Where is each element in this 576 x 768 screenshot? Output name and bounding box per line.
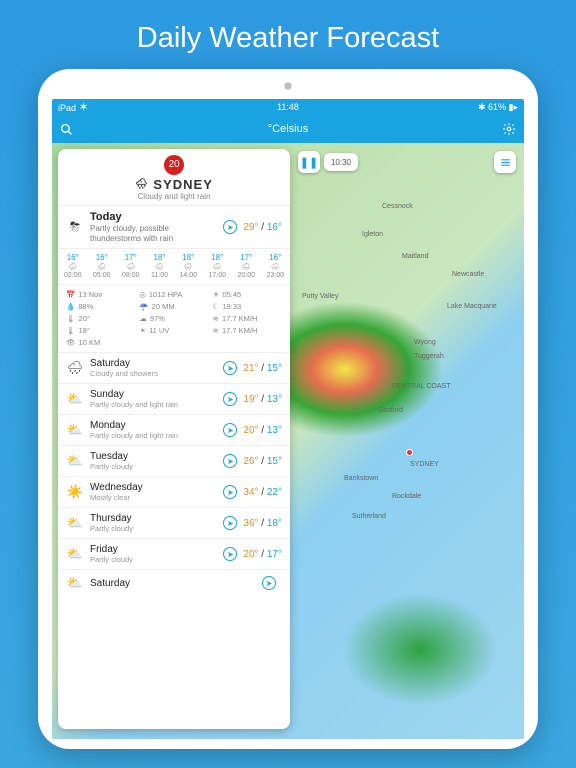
today-temps: 29° / 16°	[243, 222, 282, 233]
search-icon[interactable]	[60, 123, 73, 136]
map-place-label: Gosford	[378, 407, 403, 414]
today-section[interactable]: ⛈ Today Partly cloudy, possible thunders…	[58, 205, 290, 248]
map-place-label: SYDNEY	[410, 461, 439, 468]
content: ❚❚ 10:30 Cessnock Maitland Igleton Newcastl…	[52, 143, 524, 739]
metric-date: 📅13 Nov	[66, 290, 135, 299]
daily-row[interactable]: ⛅TuesdayPartly cloudy➤26° / 15°	[58, 445, 290, 476]
weather-icon: ⛅	[66, 453, 84, 469]
metric-sunset: ☾19:33	[213, 302, 282, 311]
daily-forecast: 🌧SaturdayCloudy and showers➤21° / 15°⛅Su…	[58, 352, 290, 596]
settings-icon[interactable]	[502, 122, 516, 136]
weather-icon: ⛅	[66, 546, 84, 562]
map-place-label: Wyong	[414, 339, 436, 346]
metric-precip: ☔20 MM	[139, 302, 208, 311]
metric-uv: ☀11 UV	[139, 326, 208, 335]
city-header: 20 🌧 SYDNEY Cloudy and light rain	[58, 149, 290, 205]
map-place-label: Lake Macquarie	[447, 303, 497, 310]
hourly-item[interactable]: 16°🌧05:00	[93, 253, 111, 279]
daily-row[interactable]: ☀️WednesdayMostly clear➤34° / 22°	[58, 476, 290, 507]
status-time: 11:48	[277, 102, 299, 112]
play-pause-button[interactable]: ❚❚	[298, 151, 320, 173]
today-desc: Partly cloudy, possible thunderstorms wi…	[90, 224, 173, 243]
weather-icon: ⛅	[66, 422, 84, 438]
screen: iPad ✶ 11:48 ✱ 61% ▮▸ °Celsius ❚❚ 10:30 …	[52, 99, 524, 739]
map-pin	[406, 449, 413, 456]
hourly-item[interactable]: 18°🌧14:00	[179, 253, 197, 279]
map-place-label: Rockdale	[392, 493, 421, 500]
weather-icon: ⛈	[66, 219, 84, 235]
map-place-label: Putty Valley	[302, 293, 338, 300]
forecast-panel: 20 🌧 SYDNEY Cloudy and light rain ⛈ Toda…	[58, 149, 290, 729]
metrics-grid: 📅13 Nov ◎1012 HPA ☀05:45 💧88% ☔20 MM ☾19…	[58, 284, 290, 352]
wind-direction-icon: ➤	[262, 576, 276, 590]
metric-humidity: 💧88%	[66, 302, 135, 311]
hourly-item[interactable]: 17°🌧08:00	[122, 253, 140, 279]
map-time: 10:30	[324, 153, 358, 171]
nav-bar: °Celsius	[52, 115, 524, 143]
metric-dew: 🌡20°	[66, 314, 135, 323]
device-camera	[284, 82, 292, 90]
city-name: 🌧 SYDNEY	[58, 177, 290, 192]
map-place-label: CENTRAL COAST	[392, 383, 450, 390]
weather-icon: 🌧	[66, 360, 84, 376]
map-place-label: Cessnock	[382, 203, 413, 210]
wind-direction-icon: ➤	[223, 454, 237, 468]
promo-title: Daily Weather Forecast	[0, 0, 576, 69]
city-condition: Cloudy and light rain	[58, 192, 290, 201]
hourly-item[interactable]: 16°🌧02:00	[64, 253, 82, 279]
status-device: iPad ✶	[58, 100, 89, 114]
hourly-item[interactable]: 16°🌧23:00	[266, 253, 284, 279]
status-bar: iPad ✶ 11:48 ✱ 61% ▮▸	[52, 99, 524, 115]
weather-icon: ☀️	[66, 484, 84, 500]
daily-row[interactable]: ⛅Saturday➤	[58, 569, 290, 596]
map-place-label: Maitland	[402, 253, 428, 260]
hourly-item[interactable]: 17°🌧20:00	[237, 253, 255, 279]
metric-pressure: ◎1012 HPA	[139, 290, 208, 299]
map-place-label: Tuggerah	[414, 353, 444, 360]
daily-row[interactable]: ⛅MondayPartly cloudy and light rain➤20° …	[58, 414, 290, 445]
wind-direction-icon: ➤	[223, 220, 237, 234]
wind-direction-icon: ➤	[223, 485, 237, 499]
map-place-label: Bankstown	[344, 475, 378, 482]
hourly-item[interactable]: 18°🌧17:00	[208, 253, 226, 279]
daily-row[interactable]: 🌧SaturdayCloudy and showers➤21° / 15°	[58, 352, 290, 383]
weather-icon: ⛅	[66, 391, 84, 407]
weather-icon: ⛅	[66, 515, 84, 531]
daily-row[interactable]: ⛅SundayPartly cloudy and light rain➤19° …	[58, 383, 290, 414]
wind-direction-icon: ➤	[223, 392, 237, 406]
map-place-label: Sutherland	[352, 513, 386, 520]
daily-row[interactable]: ⛅ThursdayPartly cloudy➤36° / 18°	[58, 507, 290, 538]
device-frame: iPad ✶ 11:48 ✱ 61% ▮▸ °Celsius ❚❚ 10:30 …	[38, 69, 538, 749]
metric-visibility: 👁10 KM	[66, 338, 135, 347]
metric-sunrise: ☀05:45	[213, 290, 282, 299]
alert-badge[interactable]: 20	[164, 155, 184, 175]
metric-clouds: ☁97%	[139, 314, 208, 323]
hourly-forecast[interactable]: 16°🌧02:00 16°🌧05:00 17°🌧08:00 18°🌧11:00 18°🌧…	[58, 248, 290, 284]
today-label: Today	[90, 211, 217, 224]
weather-icon: ⛅	[66, 575, 84, 591]
metric-feels: 🌡18°	[66, 326, 135, 335]
wind-direction-icon: ➤	[223, 423, 237, 437]
hourly-item[interactable]: 18°🌧11:00	[151, 253, 168, 279]
wind-direction-icon: ➤	[223, 547, 237, 561]
map-place-label: Newcastle	[452, 271, 484, 278]
layers-button[interactable]	[494, 151, 516, 173]
status-battery: ✱ 61% ▮▸	[478, 102, 518, 113]
metric-wind1: ≋17.7 KM/H	[213, 314, 282, 323]
wind-direction-icon: ➤	[223, 361, 237, 375]
wind-direction-icon: ➤	[223, 516, 237, 530]
metric-wind2: ≋17.7 KM/H	[213, 326, 282, 335]
nav-title: °Celsius	[268, 123, 308, 135]
map-place-label: Igleton	[362, 231, 383, 238]
daily-row[interactable]: ⛅FridayPartly cloudy➤20° / 17°	[58, 538, 290, 569]
